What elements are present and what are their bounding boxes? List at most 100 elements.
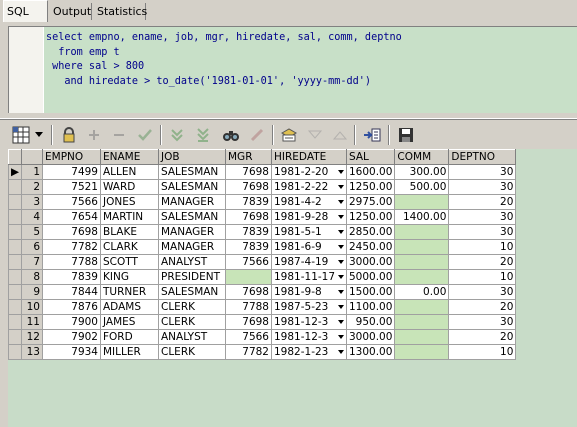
cell-ename[interactable]: WARD [100,179,159,195]
filter-down-icon[interactable] [304,124,326,146]
cell-job[interactable]: SALESMAN [158,164,226,180]
cell-sal[interactable]: 1100.00 [345,299,396,315]
query-by-example-icon[interactable] [278,124,300,146]
column-header-empno[interactable]: EMPNO [42,149,101,165]
row-indicator[interactable] [8,299,22,315]
cell-sal[interactable]: 3000.00 [345,329,396,345]
cell-deptno[interactable]: 10 [448,269,517,285]
cell-deptno[interactable]: 30 [448,209,517,225]
row-number[interactable]: 4 [21,209,43,225]
date-dropdown-icon[interactable] [338,275,344,279]
cell-mgr[interactable]: 7566 [225,329,272,345]
cell-sal[interactable]: 1600.00 [345,164,396,180]
column-header-comm[interactable]: COMM [394,149,450,165]
current-row-indicator[interactable]: ▶ [8,164,22,180]
cell-job[interactable]: ANALYST [158,329,226,345]
cell-comm[interactable] [394,224,450,240]
splitter[interactable] [0,118,577,120]
cell-hiredate[interactable]: 1981-4-2 [271,194,347,210]
cell-mgr[interactable]: 7839 [225,224,272,240]
date-dropdown-icon[interactable] [338,245,344,249]
delete-record-icon[interactable] [108,124,130,146]
row-indicator[interactable] [8,224,22,240]
cell-ename[interactable]: BLAKE [100,224,159,240]
date-dropdown-icon[interactable] [338,320,344,324]
sql-editor[interactable]: select empno, ename, job, mgr, hiredate,… [8,26,577,113]
cell-job[interactable]: ANALYST [158,254,226,270]
cell-sal[interactable]: 1250.00 [345,179,396,195]
cell-hiredate[interactable]: 1982-1-23 [271,344,347,360]
row-number[interactable]: 6 [21,239,43,255]
date-dropdown-icon[interactable] [338,260,344,264]
cell-empno[interactable]: 7902 [42,329,101,345]
cell-mgr[interactable]: 7698 [225,314,272,330]
table-row[interactable]: 4 7654 MARTIN SALESMAN 7698 1981-9-28 1250.00 1… [8,209,517,225]
cell-hiredate[interactable]: 1981-2-22 [271,179,347,195]
row-indicator[interactable] [8,314,22,330]
save-icon[interactable] [395,124,417,146]
row-number[interactable]: 9 [21,284,43,300]
row-number[interactable]: 12 [21,329,43,345]
cell-empno[interactable]: 7876 [42,299,101,315]
table-row[interactable]: ▶ 1 7499 ALLEN SALESMAN 7698 1981-2-20 1600.00 3… [8,164,517,180]
tab-statistics[interactable]: Statistics [94,3,147,20]
cell-job[interactable]: CLERK [158,299,226,315]
row-number[interactable]: 8 [21,269,43,285]
column-header-ename[interactable]: ENAME [100,149,159,165]
cell-empno[interactable]: 7844 [42,284,101,300]
cell-sal[interactable]: 2850.00 [345,224,396,240]
cell-sal[interactable]: 1500.00 [345,284,396,300]
cell-comm[interactable] [394,239,450,255]
table-row[interactable]: 6 7782 CLARK MANAGER 7839 1981-6-9 2450.00 10 [8,239,517,255]
table-row[interactable]: 12 7902 FORD ANALYST 7566 1981-12-3 3000.00 20 [8,329,517,345]
cell-ename[interactable]: ALLEN [100,164,159,180]
table-row[interactable]: 11 7900 JAMES CLERK 7698 1981-12-3 950.00 30 [8,314,517,330]
filter-up-icon[interactable] [329,124,351,146]
cell-deptno[interactable]: 30 [448,224,517,240]
cell-comm[interactable]: 500.00 [394,179,450,195]
cell-ename[interactable]: FORD [100,329,159,345]
cell-mgr[interactable]: 7698 [225,179,272,195]
cell-sal[interactable]: 1300.00 [345,344,396,360]
cell-empno[interactable]: 7839 [42,269,101,285]
cell-comm[interactable] [394,254,450,270]
cell-ename[interactable]: ADAMS [100,299,159,315]
date-dropdown-icon[interactable] [338,215,344,219]
date-dropdown-icon[interactable] [338,335,344,339]
cell-hiredate[interactable]: 1981-9-28 [271,209,347,225]
cell-deptno[interactable]: 10 [448,239,517,255]
cell-comm[interactable] [394,269,450,285]
cell-deptno[interactable]: 30 [448,284,517,300]
table-row[interactable]: 7 7788 SCOTT ANALYST 7566 1987-4-19 3000.00 20 [8,254,517,270]
cell-sal[interactable]: 5000.00 [345,269,396,285]
column-header-mgr[interactable]: MGR [225,149,272,165]
sql-code[interactable]: select empno, ename, job, mgr, hiredate,… [46,31,402,89]
cell-sal[interactable]: 2450.00 [345,239,396,255]
cell-ename[interactable]: CLARK [100,239,159,255]
export-icon[interactable] [361,124,383,146]
row-indicator[interactable] [8,239,22,255]
row-indicator[interactable] [8,344,22,360]
cell-deptno[interactable]: 10 [448,344,517,360]
cell-empno[interactable]: 7521 [42,179,101,195]
cell-hiredate[interactable]: 1981-5-1 [271,224,347,240]
cell-ename[interactable]: JAMES [100,314,159,330]
row-number[interactable]: 3 [21,194,43,210]
row-indicator[interactable] [8,209,22,225]
column-header-deptno[interactable]: DEPTNO [448,149,517,165]
row-indicator[interactable] [8,329,22,345]
cell-comm[interactable] [394,314,450,330]
cell-comm[interactable] [394,194,450,210]
cell-empno[interactable]: 7782 [42,239,101,255]
cell-sal[interactable]: 2975.00 [345,194,396,210]
cell-hiredate[interactable]: 1981-12-3 [271,314,347,330]
cell-empno[interactable]: 7499 [42,164,101,180]
cell-mgr[interactable]: 7839 [225,194,272,210]
find-icon[interactable] [220,124,242,146]
cell-job[interactable]: SALESMAN [158,284,226,300]
column-header-hiredate[interactable]: HIREDATE [271,149,347,165]
cell-sal[interactable]: 3000.00 [345,254,396,270]
cell-comm[interactable]: 300.00 [394,164,450,180]
cell-deptno[interactable]: 20 [448,299,517,315]
cell-ename[interactable]: JONES [100,194,159,210]
